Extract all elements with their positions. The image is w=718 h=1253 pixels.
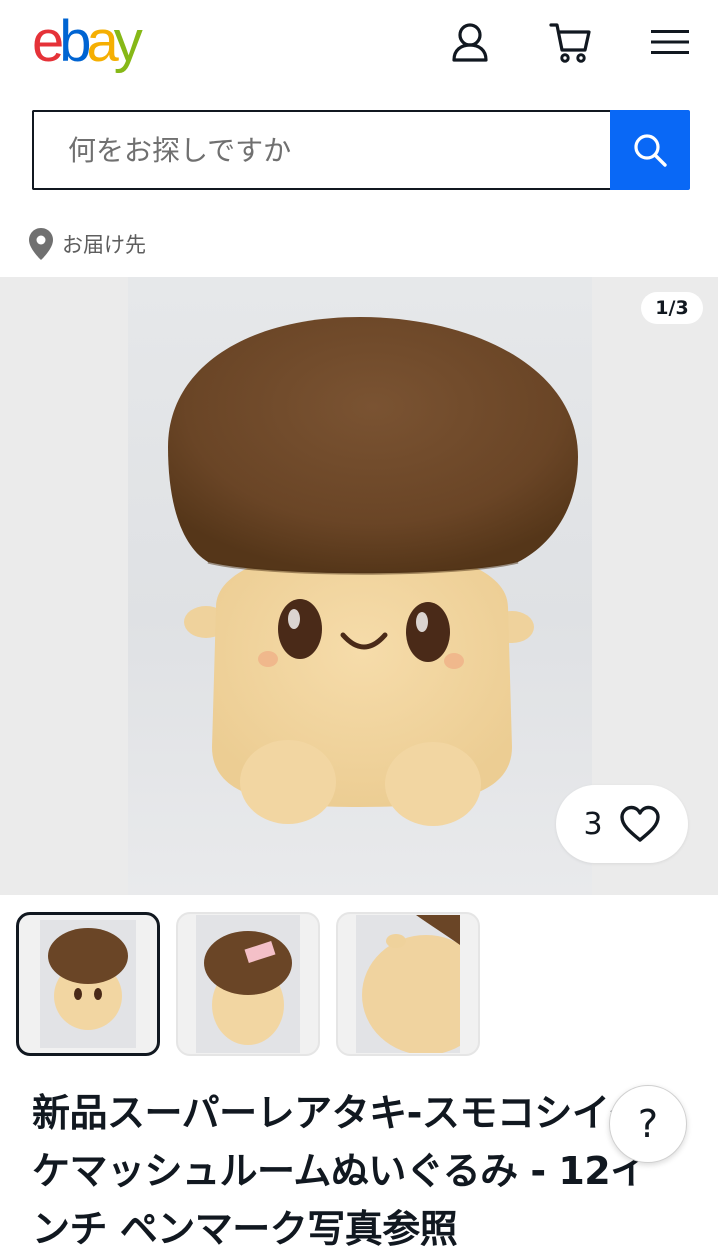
account-icon[interactable] — [446, 18, 494, 66]
thumbnail-3[interactable] — [336, 912, 480, 1056]
logo-letter-e: e — [32, 9, 64, 74]
image-counter: 1/3 — [641, 292, 703, 324]
product-title: 新品スーパーレアタキ-スモコシイタケマッシュルームぬいぐるみ - 12インチ ペ… — [32, 1091, 648, 1251]
heart-icon — [619, 805, 660, 842]
logo-letter-y: y — [113, 9, 143, 74]
deliver-to[interactable]: お届け先 — [28, 224, 146, 264]
menu-icon[interactable] — [646, 18, 694, 66]
search-icon — [634, 134, 667, 167]
thumbnail-2[interactable] — [176, 912, 320, 1056]
header: ebay — [0, 0, 718, 96]
deliver-to-label: お届け先 — [62, 233, 146, 257]
thumbnail-1[interactable] — [16, 912, 160, 1056]
ebay-logo[interactable]: ebay — [32, 12, 166, 72]
thumbnail-strip — [16, 912, 480, 1056]
watch-button[interactable]: 3 — [556, 785, 688, 863]
watch-count: 3 — [583, 806, 603, 842]
product-photo[interactable] — [128, 277, 592, 895]
help-label: ? — [637, 1102, 659, 1146]
logo-letter-b: b — [59, 9, 91, 74]
search-bar — [32, 110, 690, 190]
help-button[interactable]: ? — [609, 1085, 687, 1163]
logo-letter-a: a — [86, 9, 119, 74]
search-button[interactable] — [610, 110, 690, 190]
location-pin-icon — [29, 228, 53, 260]
search-input[interactable] — [32, 110, 610, 190]
cart-icon[interactable] — [546, 18, 594, 66]
